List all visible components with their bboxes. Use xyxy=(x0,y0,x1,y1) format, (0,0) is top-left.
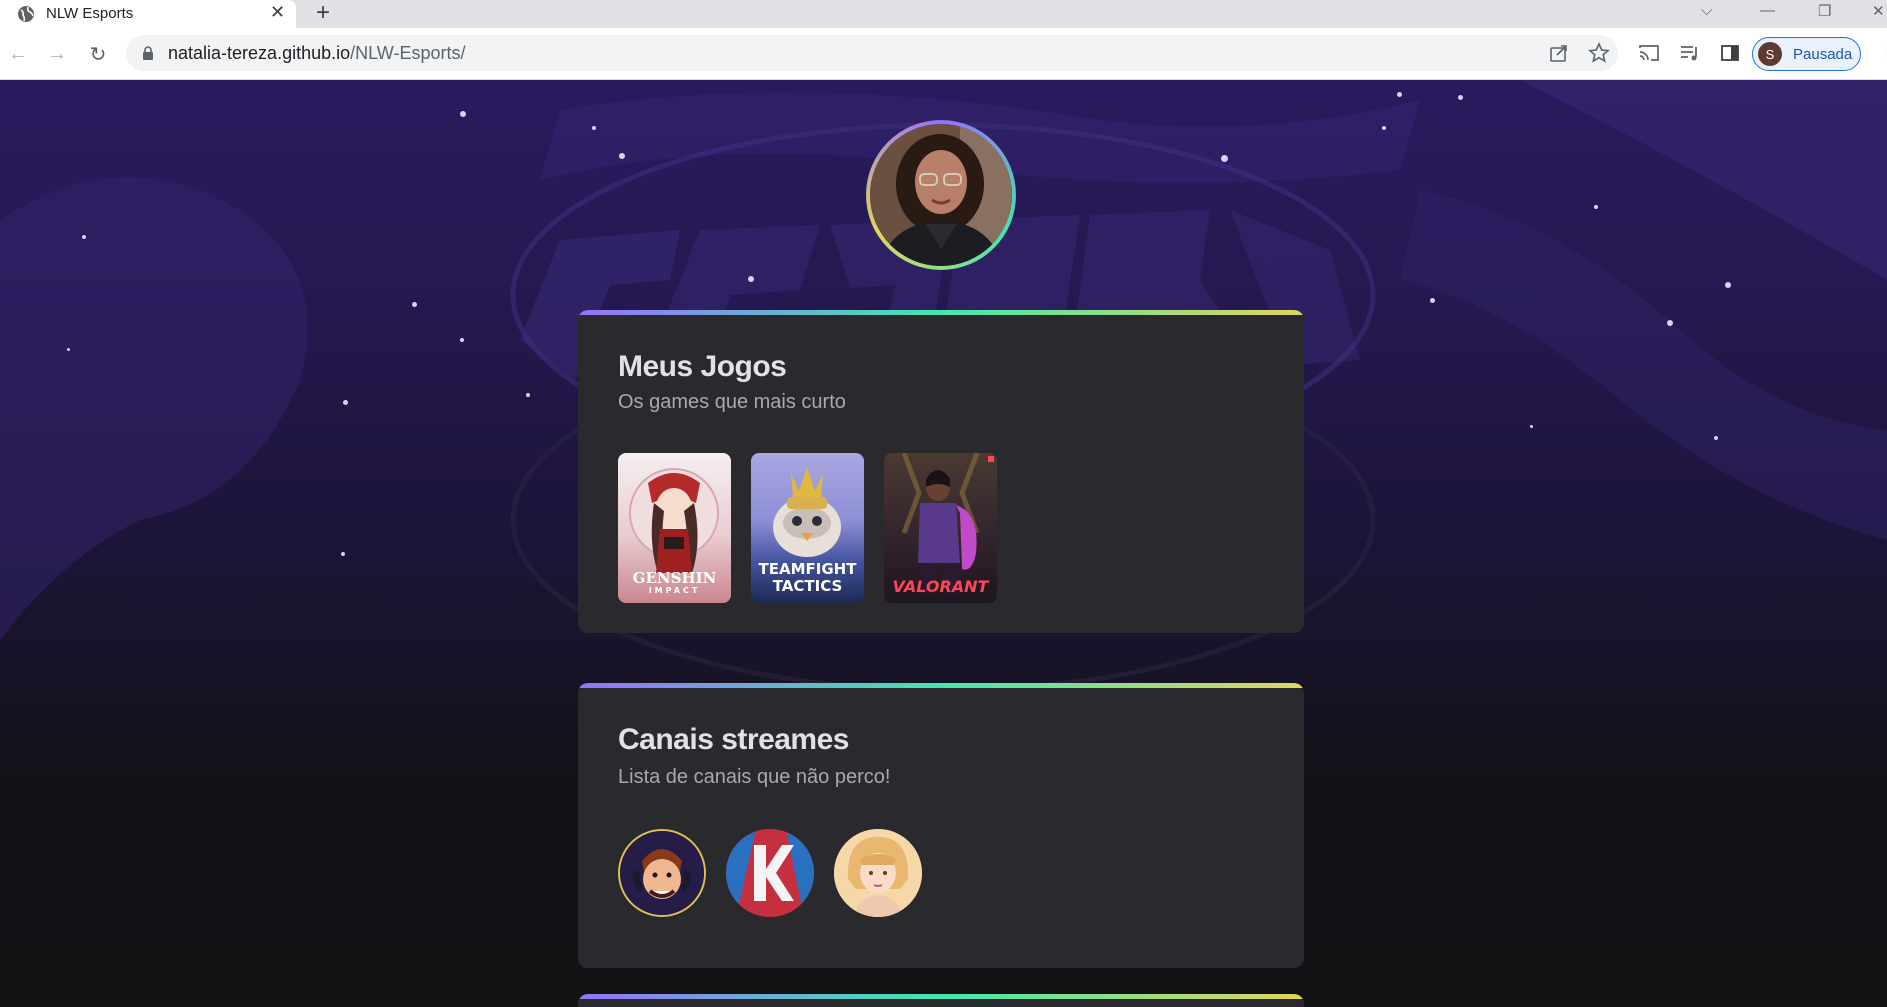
url-text: natalia-tereza.github.io/NLW-Esports/ xyxy=(168,43,465,64)
channel-avatar-3[interactable] xyxy=(834,829,922,917)
url-path: /NLW-Esports/ xyxy=(350,43,466,63)
star-dot xyxy=(1458,95,1463,100)
browser-toolbar: ← → ↻ natalia-tereza.github.io/NLW-Espor… xyxy=(0,28,1887,80)
star-dot xyxy=(1714,436,1718,440)
star-dot xyxy=(341,552,345,556)
star-dot xyxy=(1594,205,1598,209)
game-cover-tft[interactable]: TEAMFIGHT TACTICS xyxy=(751,453,864,603)
page-viewport: Meus Jogos Os games que mais curto GENSH… xyxy=(0,80,1887,1007)
game-sub: TACTICS xyxy=(772,577,843,595)
games-card-title: Meus Jogos xyxy=(618,350,787,383)
star-dot xyxy=(592,126,596,130)
star-dot xyxy=(1221,155,1228,162)
game-cover-valorant[interactable]: VALORANT xyxy=(884,453,997,603)
star-dot xyxy=(1430,298,1435,303)
star-dot xyxy=(460,338,464,342)
profile-avatar xyxy=(866,120,1016,270)
browser-tab[interactable]: NLW Esports ✕ xyxy=(0,0,296,28)
channel-avatar-2[interactable] xyxy=(726,829,814,917)
cast-icon[interactable] xyxy=(1638,42,1660,64)
avatar: S xyxy=(1758,42,1782,66)
media-controls-icon[interactable] xyxy=(1679,42,1701,64)
channels-card: Canais streames Lista de canais que não … xyxy=(578,683,1304,968)
star-dot xyxy=(82,235,86,239)
tab-title: NLW Esports xyxy=(46,5,134,22)
star-dot xyxy=(619,153,625,159)
address-bar[interactable]: natalia-tereza.github.io/NLW-Esports/ xyxy=(126,35,1618,71)
close-tab-icon[interactable]: ✕ xyxy=(270,2,285,23)
tab-strip: NLW Esports ✕ + ⌵ — ❐ ✕ xyxy=(0,0,1887,28)
globe-icon xyxy=(18,6,34,22)
channel-2-art xyxy=(726,829,814,917)
star-dot xyxy=(460,111,466,117)
star-dot xyxy=(67,348,70,351)
forward-button[interactable]: → xyxy=(45,42,69,66)
star-dot xyxy=(1725,282,1731,288)
games-card: Meus Jogos Os games que mais curto GENSH… xyxy=(578,310,1304,633)
star-dot xyxy=(1530,425,1533,428)
bookmark-star-icon[interactable] xyxy=(1588,42,1610,64)
lock-icon xyxy=(143,46,153,60)
more-menu-icon[interactable]: ⋮ xyxy=(1878,42,1887,67)
reload-button[interactable]: ↻ xyxy=(86,42,110,66)
game-name: TEAMFIGHT xyxy=(758,560,857,578)
game-cover-genshin[interactable]: GENSHIN IMPACT xyxy=(618,453,731,603)
game-name: VALORANT xyxy=(892,577,989,596)
game-name: GENSHIN xyxy=(632,569,717,587)
star-dot xyxy=(1667,320,1673,326)
game-title-tft: TEAMFIGHT TACTICS xyxy=(751,561,864,595)
game-title-genshin: GENSHIN IMPACT xyxy=(618,570,731,595)
channels-card-title: Canais streames xyxy=(618,723,849,756)
star-dot xyxy=(1382,126,1386,130)
profile-status: Pausada xyxy=(1793,46,1853,63)
url-host: natalia-tereza.github.io xyxy=(168,43,351,63)
star-dot xyxy=(412,302,417,307)
profile-button[interactable]: S Pausada xyxy=(1752,37,1861,71)
star-dot xyxy=(343,400,348,405)
close-window-button[interactable]: ✕ xyxy=(1872,2,1885,20)
channels-card-subtitle: Lista de canais que não perco! xyxy=(618,766,891,788)
tab-search-icon[interactable]: ⌵ xyxy=(1701,2,1712,19)
share-icon[interactable] xyxy=(1548,42,1570,64)
star-dot xyxy=(526,393,530,397)
minimize-button[interactable]: — xyxy=(1760,2,1775,19)
new-tab-button[interactable]: + xyxy=(316,0,330,26)
next-card xyxy=(578,994,1304,1007)
channel-avatar-1[interactable] xyxy=(618,829,706,917)
side-panel-icon[interactable] xyxy=(1719,42,1741,64)
game-title-valorant: VALORANT xyxy=(884,578,997,595)
games-card-subtitle: Os games que mais curto xyxy=(618,391,846,413)
profile-portrait xyxy=(870,124,1012,266)
star-dot xyxy=(1397,92,1402,97)
channel-3-art xyxy=(834,829,922,917)
restore-button[interactable]: ❐ xyxy=(1818,2,1831,20)
game-sub: IMPACT xyxy=(648,586,701,595)
back-button[interactable]: ← xyxy=(6,42,30,66)
channel-1-art xyxy=(620,831,704,915)
star-dot xyxy=(748,276,754,282)
